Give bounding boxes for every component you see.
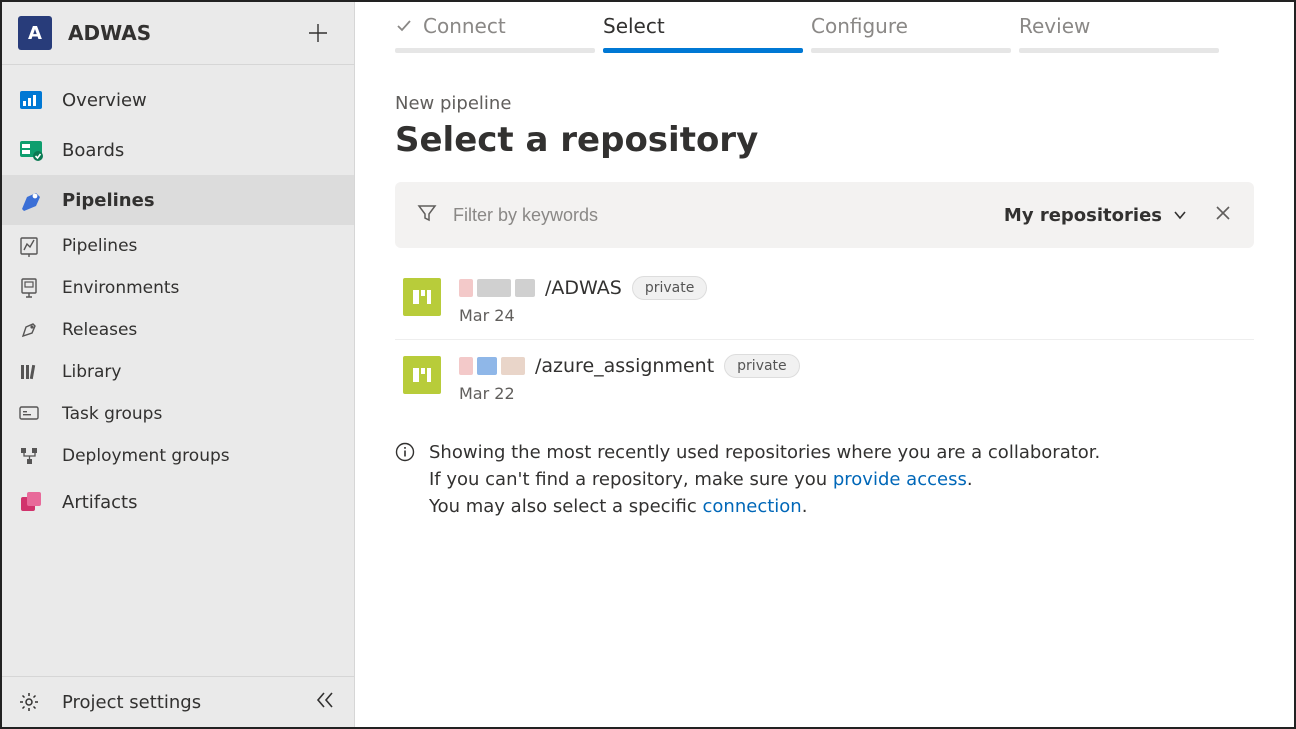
step-configure-label: Configure [811,14,908,38]
repo-avatar [403,356,441,394]
repo-badge: private [724,354,800,378]
nav-pipelines-label: Pipelines [62,190,155,211]
collapse-sidebar-button[interactable] [314,689,336,715]
clear-filter-button[interactable] [1214,204,1232,226]
plus-icon [307,22,329,44]
supertitle: New pipeline [395,93,1254,114]
close-icon [1214,204,1232,222]
artifacts-icon [18,489,54,515]
repo-owner-redacted [459,357,525,375]
connection-link[interactable]: connection [703,496,802,517]
filter-icon [417,203,437,227]
repo-badge: private [632,276,708,300]
step-connect[interactable]: Connect [395,14,595,53]
nav-sub-environments[interactable]: Environments [2,267,354,309]
nav-boards-label: Boards [62,140,124,161]
step-select-label: Select [603,14,665,38]
nav-sub-pipelines[interactable]: Pipelines [2,225,354,267]
nav-pipelines[interactable]: Pipelines [2,175,354,225]
repo-name: /ADWAS [545,277,622,299]
nav-overview[interactable]: Overview [2,75,354,125]
repo-date: Mar 22 [459,384,1246,403]
taskgroups-icon [18,403,54,425]
sidebar-footer: Project settings [2,676,354,727]
nav-sub-releases[interactable]: Releases [2,309,354,351]
main: Connect Select Configure Review New pipe… [355,2,1294,727]
library-icon [18,361,54,383]
nav-sub-releases-label: Releases [62,320,137,340]
sidebar: A ADWAS Overview Boards Pipelines [2,2,355,727]
nav-overview-label: Overview [62,90,147,111]
repo-avatar [403,278,441,316]
nav-sub-library[interactable]: Library [2,351,354,393]
nav-sub-pipelines-label: Pipelines [62,236,137,256]
info-line2b: . [967,469,973,490]
step-connect-label: Connect [423,14,506,38]
info-line1: Showing the most recently used repositor… [429,442,1100,463]
project-avatar: A [18,16,52,50]
check-icon [395,17,413,35]
nav-sub-deploygroups-label: Deployment groups [62,446,230,466]
info-icon [395,442,415,470]
info-line2a: If you can't find a repository, make sur… [429,469,833,490]
repo-item[interactable]: /ADWAS private Mar 24 [395,262,1254,340]
boards-icon [18,137,54,163]
releases-icon [18,319,54,341]
nav-sub-deploygroups[interactable]: Deployment groups [2,435,354,477]
deploygroups-icon [18,445,54,467]
settings-icon [18,691,54,713]
filter-input[interactable] [453,205,988,226]
nav-sub-taskgroups[interactable]: Task groups [2,393,354,435]
filter-bar: My repositories [395,182,1254,248]
chevron-down-icon [1172,207,1188,223]
nav-sub-taskgroups-label: Task groups [62,404,162,424]
environments-icon [18,277,54,299]
info-block: Showing the most recently used repositor… [355,417,1294,520]
scope-label: My repositories [1004,205,1162,226]
repo-owner-redacted [459,279,535,297]
nav: Overview Boards Pipelines Pipelines Envi… [2,65,354,676]
chevron-double-left-icon [314,689,336,711]
title-block: New pipeline Select a repository [355,53,1294,182]
step-review-label: Review [1019,14,1090,38]
sub-pipelines-icon [18,235,54,257]
repo-name: /azure_assignment [535,355,714,377]
repo-item[interactable]: /azure_assignment private Mar 22 [395,340,1254,417]
sidebar-header: A ADWAS [2,2,354,65]
nav-sub-environments-label: Environments [62,278,179,298]
project-settings-link[interactable]: Project settings [62,692,314,713]
step-review[interactable]: Review [1019,14,1219,53]
info-line3b: . [802,496,808,517]
nav-artifacts[interactable]: Artifacts [2,477,354,527]
nav-sub-library-label: Library [62,362,121,382]
page-title: Select a repository [395,120,1254,160]
pipelines-icon [18,187,54,213]
overview-icon [18,87,54,113]
repo-list: /ADWAS private Mar 24 /azure_assignment [355,258,1294,417]
add-button[interactable] [304,19,332,47]
project-name: ADWAS [68,21,304,45]
scope-dropdown[interactable]: My repositories [1004,205,1188,226]
nav-artifacts-label: Artifacts [62,492,137,513]
wizard-steps: Connect Select Configure Review [355,2,1294,53]
nav-boards[interactable]: Boards [2,125,354,175]
provide-access-link[interactable]: provide access [833,469,967,490]
info-line3a: You may also select a specific [429,496,703,517]
info-text: Showing the most recently used repositor… [429,439,1100,520]
step-select[interactable]: Select [603,14,803,53]
step-configure[interactable]: Configure [811,14,1011,53]
repo-date: Mar 24 [459,306,1246,325]
